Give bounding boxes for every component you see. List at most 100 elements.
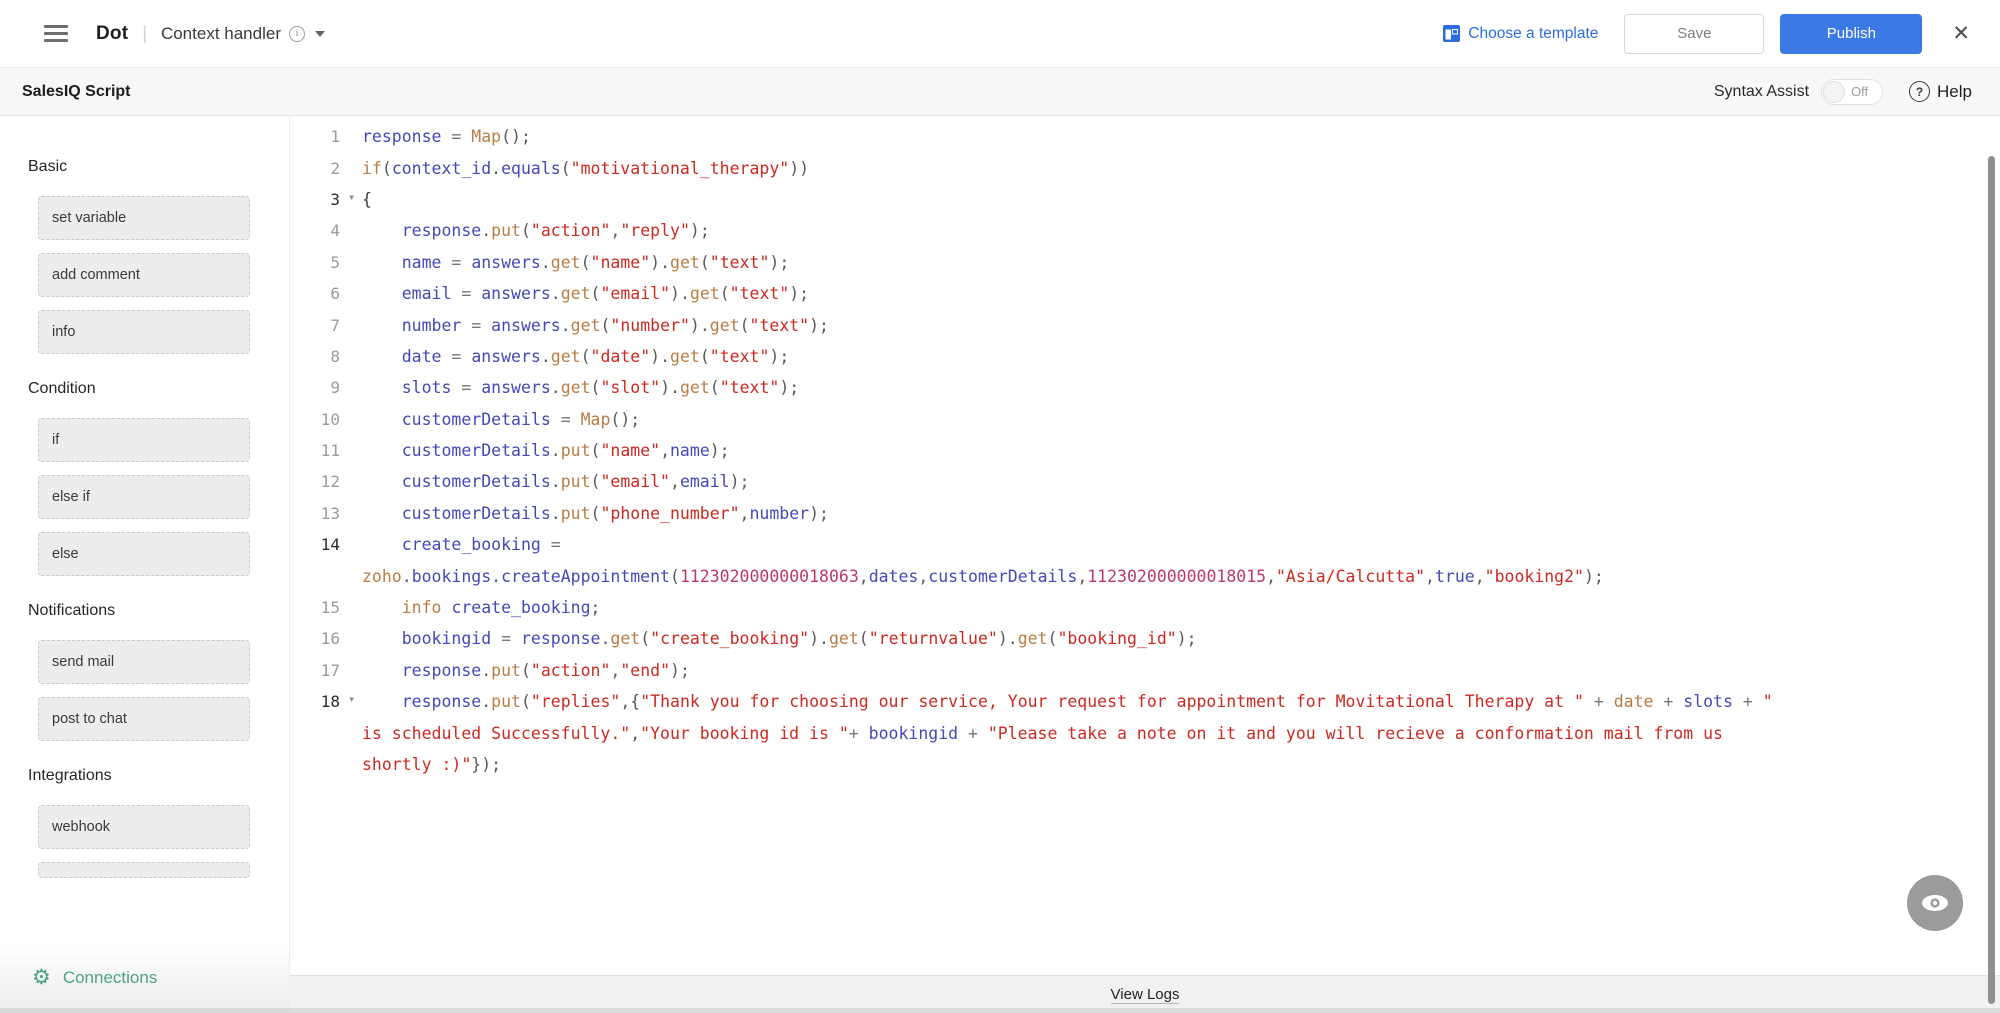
help-label[interactable]: Help bbox=[1937, 82, 1972, 102]
sidebar-section-title: Basic bbox=[28, 158, 289, 176]
code-line[interactable]: 9 slots = answers.get("slot").get("text"… bbox=[290, 372, 2000, 403]
code-line[interactable]: shortly :)"}); bbox=[290, 749, 2000, 780]
code-text: number = answers.get("number").get("text… bbox=[346, 316, 829, 335]
template-icon bbox=[1443, 25, 1460, 42]
code-text: zoho.bookings.createAppointment(11230200… bbox=[346, 567, 1604, 586]
bot-name: Dot bbox=[96, 23, 128, 45]
code-text: response = Map(); bbox=[346, 127, 531, 146]
connections-link[interactable]: Connections bbox=[63, 968, 158, 988]
hamburger-menu-icon[interactable] bbox=[44, 25, 68, 42]
line-number: 1 bbox=[290, 127, 346, 146]
line-number: 9 bbox=[290, 378, 346, 397]
code-line[interactable]: 1response = Map(); bbox=[290, 121, 2000, 152]
code-line[interactable]: 4 response.put("action","reply"); bbox=[290, 215, 2000, 246]
toggle-state-label: Off bbox=[1851, 84, 1868, 99]
sidebar-item-set-variable[interactable]: set variable bbox=[38, 196, 250, 240]
line-number: 14 bbox=[290, 535, 346, 554]
sidebar-item-info[interactable]: info bbox=[38, 310, 250, 354]
code-lines: 1response = Map();2if(context_id.equals(… bbox=[290, 121, 2000, 780]
line-number: 17 bbox=[290, 661, 346, 680]
sidebar-item-partial[interactable] bbox=[38, 862, 250, 878]
syntax-assist-toggle[interactable]: Off bbox=[1821, 79, 1883, 105]
line-number: 4 bbox=[290, 221, 346, 240]
code-text: if(context_id.equals("motivational_thera… bbox=[346, 159, 809, 178]
script-header-bar: SalesIQ Script Syntax Assist Off ? Help bbox=[0, 68, 2000, 116]
fold-toggle-icon[interactable]: ▾ bbox=[348, 693, 355, 705]
top-bar-right: Choose a template Save Publish ✕ bbox=[1443, 14, 1970, 54]
line-number: 11 bbox=[290, 441, 346, 460]
code-line[interactable]: 17 response.put("action","end"); bbox=[290, 655, 2000, 686]
line-number: 13 bbox=[290, 504, 346, 523]
code-text: response.put("replies",{"Thank you for c… bbox=[346, 692, 1773, 711]
code-text: name = answers.get("name").get("text"); bbox=[346, 253, 789, 272]
code-text: slots = answers.get("slot").get("text"); bbox=[346, 378, 799, 397]
sidebar-section-title: Notifications bbox=[28, 602, 289, 620]
sidebar-item-else[interactable]: else bbox=[38, 532, 250, 576]
info-icon[interactable]: i bbox=[289, 26, 305, 42]
line-number: 10 bbox=[290, 410, 346, 429]
line-number: 6 bbox=[290, 284, 346, 303]
code-line[interactable]: 5 name = answers.get("name").get("text")… bbox=[290, 247, 2000, 278]
line-number: 5 bbox=[290, 253, 346, 272]
save-button[interactable]: Save bbox=[1624, 14, 1764, 54]
code-text: customerDetails = Map(); bbox=[346, 410, 640, 429]
code-line[interactable]: 6 email = answers.get("email").get("text… bbox=[290, 278, 2000, 309]
code-line[interactable]: 7 number = answers.get("number").get("te… bbox=[290, 309, 2000, 340]
code-editor[interactable]: 1response = Map();2if(context_id.equals(… bbox=[290, 116, 2000, 1013]
code-text: info create_booking; bbox=[346, 598, 600, 617]
code-line[interactable]: zoho.bookings.createAppointment(11230200… bbox=[290, 560, 2000, 591]
code-line[interactable]: is scheduled Successfully.","Your bookin… bbox=[290, 717, 2000, 748]
top-bar: Dot | Context handler i Choose a templat… bbox=[0, 0, 2000, 68]
code-text: response.put("action","end"); bbox=[346, 661, 690, 680]
title-separator: | bbox=[142, 23, 147, 44]
sidebar-item-add-comment[interactable]: add comment bbox=[38, 253, 250, 297]
line-number: 12 bbox=[290, 472, 346, 491]
code-line[interactable]: 3▾{ bbox=[290, 184, 2000, 215]
preview-eye-button[interactable] bbox=[1907, 875, 1963, 931]
connections-panel: ⚙ Connections bbox=[0, 942, 289, 1013]
fold-toggle-icon[interactable]: ▾ bbox=[348, 191, 355, 203]
sidebar-sections: Basicset variableadd commentinfoConditio… bbox=[0, 158, 289, 878]
code-text: date = answers.get("date").get("text"); bbox=[346, 347, 789, 366]
line-number: 3 bbox=[290, 190, 346, 209]
close-icon[interactable]: ✕ bbox=[1952, 23, 1970, 44]
line-number: 8 bbox=[290, 347, 346, 366]
code-text: customerDetails.put("phone_number",numbe… bbox=[346, 504, 829, 523]
code-line[interactable]: 10 customerDetails = Map(); bbox=[290, 404, 2000, 435]
chevron-down-icon[interactable] bbox=[315, 31, 325, 37]
eye-icon bbox=[1920, 893, 1950, 913]
help-icon[interactable]: ? bbox=[1909, 81, 1930, 102]
code-text: response.put("action","reply"); bbox=[346, 221, 710, 240]
code-line[interactable]: 18▾ response.put("replies",{"Thank you f… bbox=[290, 686, 2000, 717]
code-text: is scheduled Successfully.","Your bookin… bbox=[346, 724, 1723, 743]
page-title[interactable]: Context handler bbox=[161, 24, 281, 44]
sidebar-section-title: Integrations bbox=[28, 767, 289, 785]
code-line[interactable]: 2if(context_id.equals("motivational_ther… bbox=[290, 152, 2000, 183]
sidebar-item-send-mail[interactable]: send mail bbox=[38, 640, 250, 684]
sidebar-item-post-to-chat[interactable]: post to chat bbox=[38, 697, 250, 741]
code-line[interactable]: 13 customerDetails.put("phone_number",nu… bbox=[290, 498, 2000, 529]
sidebar-item-webhook[interactable]: webhook bbox=[38, 805, 250, 849]
choose-template-button[interactable]: Choose a template bbox=[1443, 25, 1598, 43]
code-line[interactable]: 12 customerDetails.put("email",email); bbox=[290, 466, 2000, 497]
sidebar-item-else-if[interactable]: else if bbox=[38, 475, 250, 519]
code-line[interactable]: 16 bookingid = response.get("create_book… bbox=[290, 623, 2000, 654]
code-line[interactable]: 8 date = answers.get("date").get("text")… bbox=[290, 341, 2000, 372]
line-number: 7 bbox=[290, 316, 346, 335]
code-text: create_booking = bbox=[346, 535, 561, 554]
code-line[interactable]: 11 customerDetails.put("name",name); bbox=[290, 435, 2000, 466]
sidebar-item-if[interactable]: if bbox=[38, 418, 250, 462]
code-text: shortly :)"}); bbox=[346, 755, 501, 774]
publish-button[interactable]: Publish bbox=[1780, 14, 1922, 54]
line-number: 16 bbox=[290, 629, 346, 648]
editor-scrollbar[interactable] bbox=[1988, 156, 1995, 1004]
code-line[interactable]: 15 info create_booking; bbox=[290, 592, 2000, 623]
code-text: customerDetails.put("name",name); bbox=[346, 441, 730, 460]
code-text: bookingid = response.get("create_booking… bbox=[346, 629, 1197, 648]
code-text: email = answers.get("email").get("text")… bbox=[346, 284, 809, 303]
view-logs-link[interactable]: View Logs bbox=[1111, 986, 1180, 1004]
top-bar-left: Dot | Context handler i bbox=[44, 23, 325, 45]
card-palette-sidebar: Basicset variableadd commentinfoConditio… bbox=[0, 116, 290, 1013]
code-line[interactable]: 14 create_booking = bbox=[290, 529, 2000, 560]
script-title: SalesIQ Script bbox=[22, 83, 131, 101]
